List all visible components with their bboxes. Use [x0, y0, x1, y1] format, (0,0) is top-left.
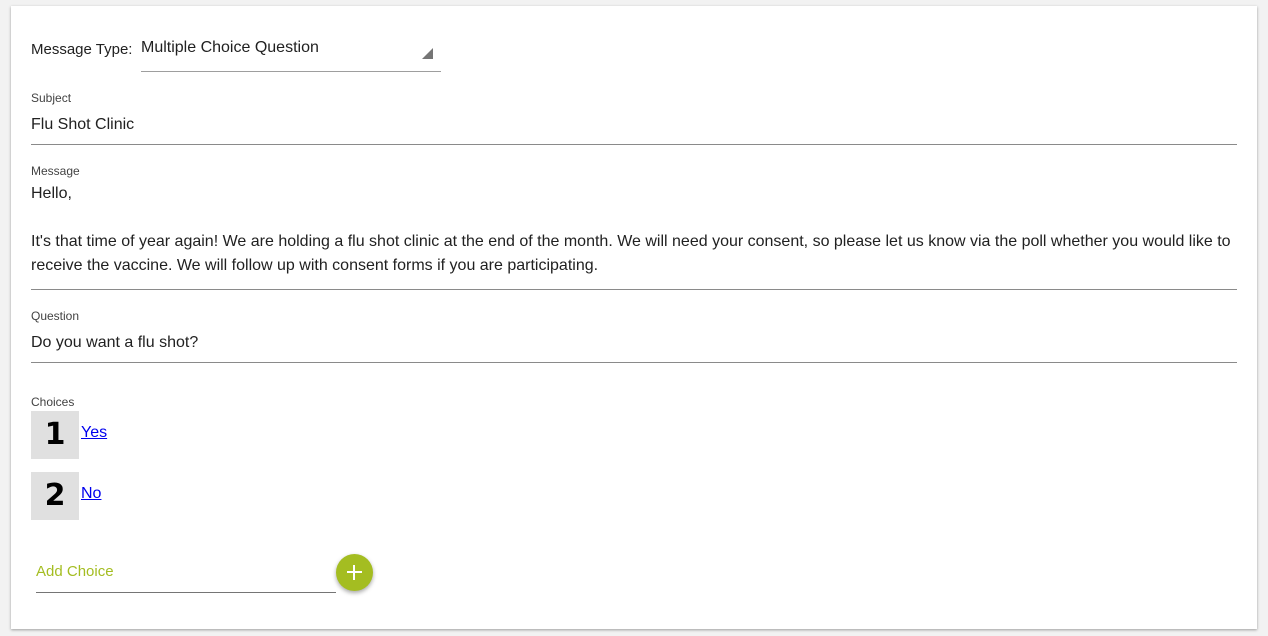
message-textarea[interactable]: Hello, It's that time of year again! We … [31, 182, 1237, 278]
add-choice-button[interactable] [336, 554, 373, 591]
choice-number-badge: 1 [31, 411, 79, 459]
message-line: receive the vaccine. We will follow up w… [31, 257, 599, 274]
question-field[interactable]: Question Do you want a flu shot? [31, 309, 1237, 363]
subject-field[interactable]: Subject Flu Shot Clinic [31, 91, 1237, 145]
choice-number-badge: 2 [31, 472, 79, 520]
message-line: Hello, [31, 185, 72, 202]
add-choice-placeholder: Add Choice [36, 563, 114, 580]
dropdown-arrow-icon [422, 48, 433, 59]
subject-label: Subject [31, 91, 72, 105]
message-type-selected-value: Multiple Choice Question [141, 39, 319, 56]
subject-input-value[interactable]: Flu Shot Clinic [31, 113, 1237, 137]
message-field[interactable]: Message Hello, It's that time of year ag… [31, 164, 1237, 290]
message-type-select[interactable]: Multiple Choice Question [141, 36, 441, 72]
compose-message-card: Message Type: Multiple Choice Question S… [11, 6, 1257, 629]
message-line: It's that time of year again! We are hol… [31, 233, 1231, 250]
message-label: Message [31, 164, 80, 178]
choices-label: Choices [31, 395, 75, 409]
choice-link[interactable]: Yes [81, 424, 107, 442]
question-input-value[interactable]: Do you want a flu shot? [31, 331, 1237, 355]
choice-link[interactable]: No [81, 485, 101, 503]
plus-icon [336, 554, 373, 591]
message-type-label: Message Type: [31, 41, 133, 58]
add-choice-input[interactable]: Add Choice [36, 551, 336, 593]
question-label: Question [31, 309, 80, 323]
